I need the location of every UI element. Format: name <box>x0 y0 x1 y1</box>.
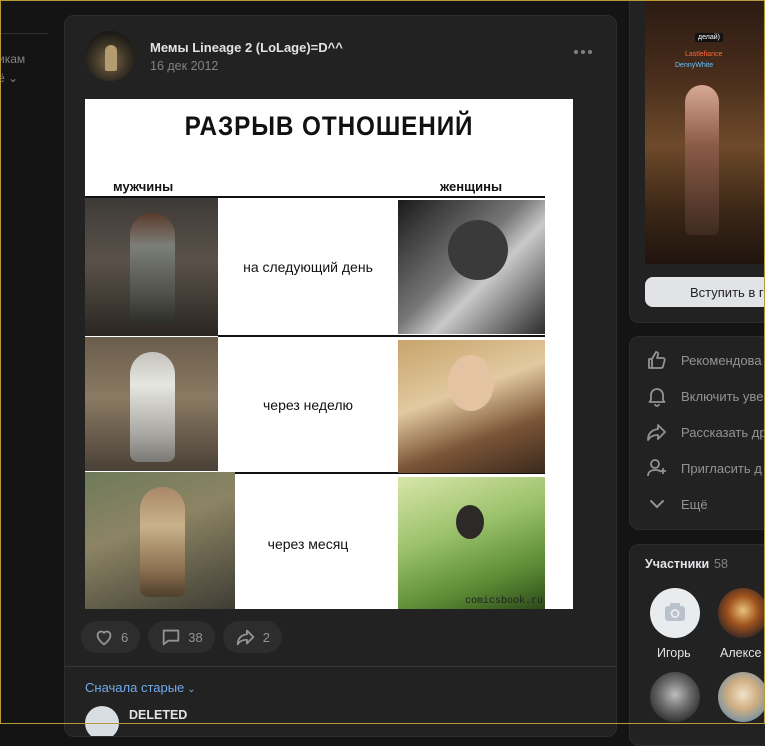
recommend-button[interactable]: Рекомендова <box>645 346 765 374</box>
comment-icon <box>162 629 180 646</box>
like-button[interactable]: 6 <box>81 621 141 653</box>
meme-man-panel <box>85 337 218 471</box>
more-actions-button[interactable]: Ещё <box>645 490 765 518</box>
group-avatar[interactable] <box>85 31 135 81</box>
member-avatar[interactable] <box>650 672 700 722</box>
thumbs-up-icon <box>648 351 666 369</box>
sort-label: Сначала старые <box>85 680 185 695</box>
tell-friends-button[interactable]: Рассказать др <box>645 418 765 446</box>
meme-image[interactable]: РАЗРЫВ ОТНОШЕНИЙ мужчины женщины на след… <box>85 99 573 609</box>
nav-more-partial[interactable]: ё ⌄ <box>0 71 18 85</box>
meme-man-panel <box>85 198 218 336</box>
meme-row-label: через месяц <box>267 536 349 552</box>
meme-woman-panel <box>398 340 545 473</box>
meme-title: РАЗРЫВ ОТНОШЕНИЙ <box>184 111 474 141</box>
invite-friends-button[interactable]: Пригласить д <box>645 454 765 482</box>
meme-label-women: женщины <box>440 179 503 194</box>
camera-icon <box>665 603 685 621</box>
notifications-button[interactable]: Включить уве <box>645 382 765 410</box>
like-count: 6 <box>121 629 129 645</box>
meme-woman-panel <box>398 477 545 609</box>
recommend-label: Рекомендова <box>681 352 762 368</box>
members-count: 58 <box>714 557 728 571</box>
comment-author[interactable]: DELETED <box>129 708 187 722</box>
chevron-down-icon <box>650 500 664 509</box>
cover-chat-bubble: делай) <box>695 33 723 42</box>
comment-avatar[interactable] <box>85 706 119 736</box>
meme-line <box>218 335 545 337</box>
member-avatar[interactable] <box>650 588 700 638</box>
more-options-icon[interactable] <box>574 48 594 56</box>
member-name[interactable]: Алексе <box>720 646 761 660</box>
nav-item-partial[interactable]: икам <box>0 52 25 66</box>
invite-friends-label: Пригласить д <box>681 460 762 476</box>
add-user-icon <box>647 459 666 477</box>
chevron-down-icon: ⌄ <box>187 684 196 695</box>
notifications-label: Включить уве <box>681 388 764 404</box>
comments-sort-dropdown[interactable]: Сначала старые ⌄ <box>85 680 196 695</box>
meme-row-label: через неделю <box>262 397 354 413</box>
post-date[interactable]: 16 дек 2012 <box>150 59 218 73</box>
meme-woman-panel <box>398 200 545 334</box>
post-divider <box>65 666 616 667</box>
member-avatar[interactable] <box>718 672 765 722</box>
member-name[interactable]: Игорь <box>657 646 691 660</box>
share-count: 2 <box>262 629 270 645</box>
comment-count: 38 <box>188 629 203 645</box>
meme-man-panel <box>85 472 235 609</box>
meme-watermark: comicsbook.ru <box>464 596 543 607</box>
members-title[interactable]: Участники <box>645 557 709 571</box>
meme-label-men: мужчины <box>113 179 174 194</box>
post-actions: 6 38 2 <box>81 621 282 653</box>
heart-icon <box>96 630 112 646</box>
tell-friends-label: Рассказать др <box>681 424 765 440</box>
share-icon <box>236 629 254 646</box>
cover-player-name: DennyWhite <box>675 62 714 69</box>
share-icon <box>647 424 666 441</box>
comment-button[interactable]: 38 <box>148 621 215 653</box>
join-group-button[interactable]: Вступить в г <box>645 277 765 307</box>
more-actions-label: Ещё <box>681 496 708 512</box>
nav-divider <box>0 33 48 34</box>
bell-icon <box>648 388 666 407</box>
share-button[interactable]: 2 <box>222 621 282 653</box>
community-cover-image[interactable]: делай) Lastlefiance DennyWhite <box>645 0 765 264</box>
group-name-link[interactable]: Мемы Lineage 2 (LoLage)=D^^ <box>150 40 343 55</box>
member-avatar[interactable] <box>718 588 765 638</box>
post-card: Мемы Lineage 2 (LoLage)=D^^ 16 дек 2012 … <box>64 15 617 737</box>
meme-row-label: на следующий день <box>243 259 373 275</box>
left-nav: икам ё ⌄ <box>0 0 50 724</box>
cover-player-name: Lastlefiance <box>685 51 723 58</box>
